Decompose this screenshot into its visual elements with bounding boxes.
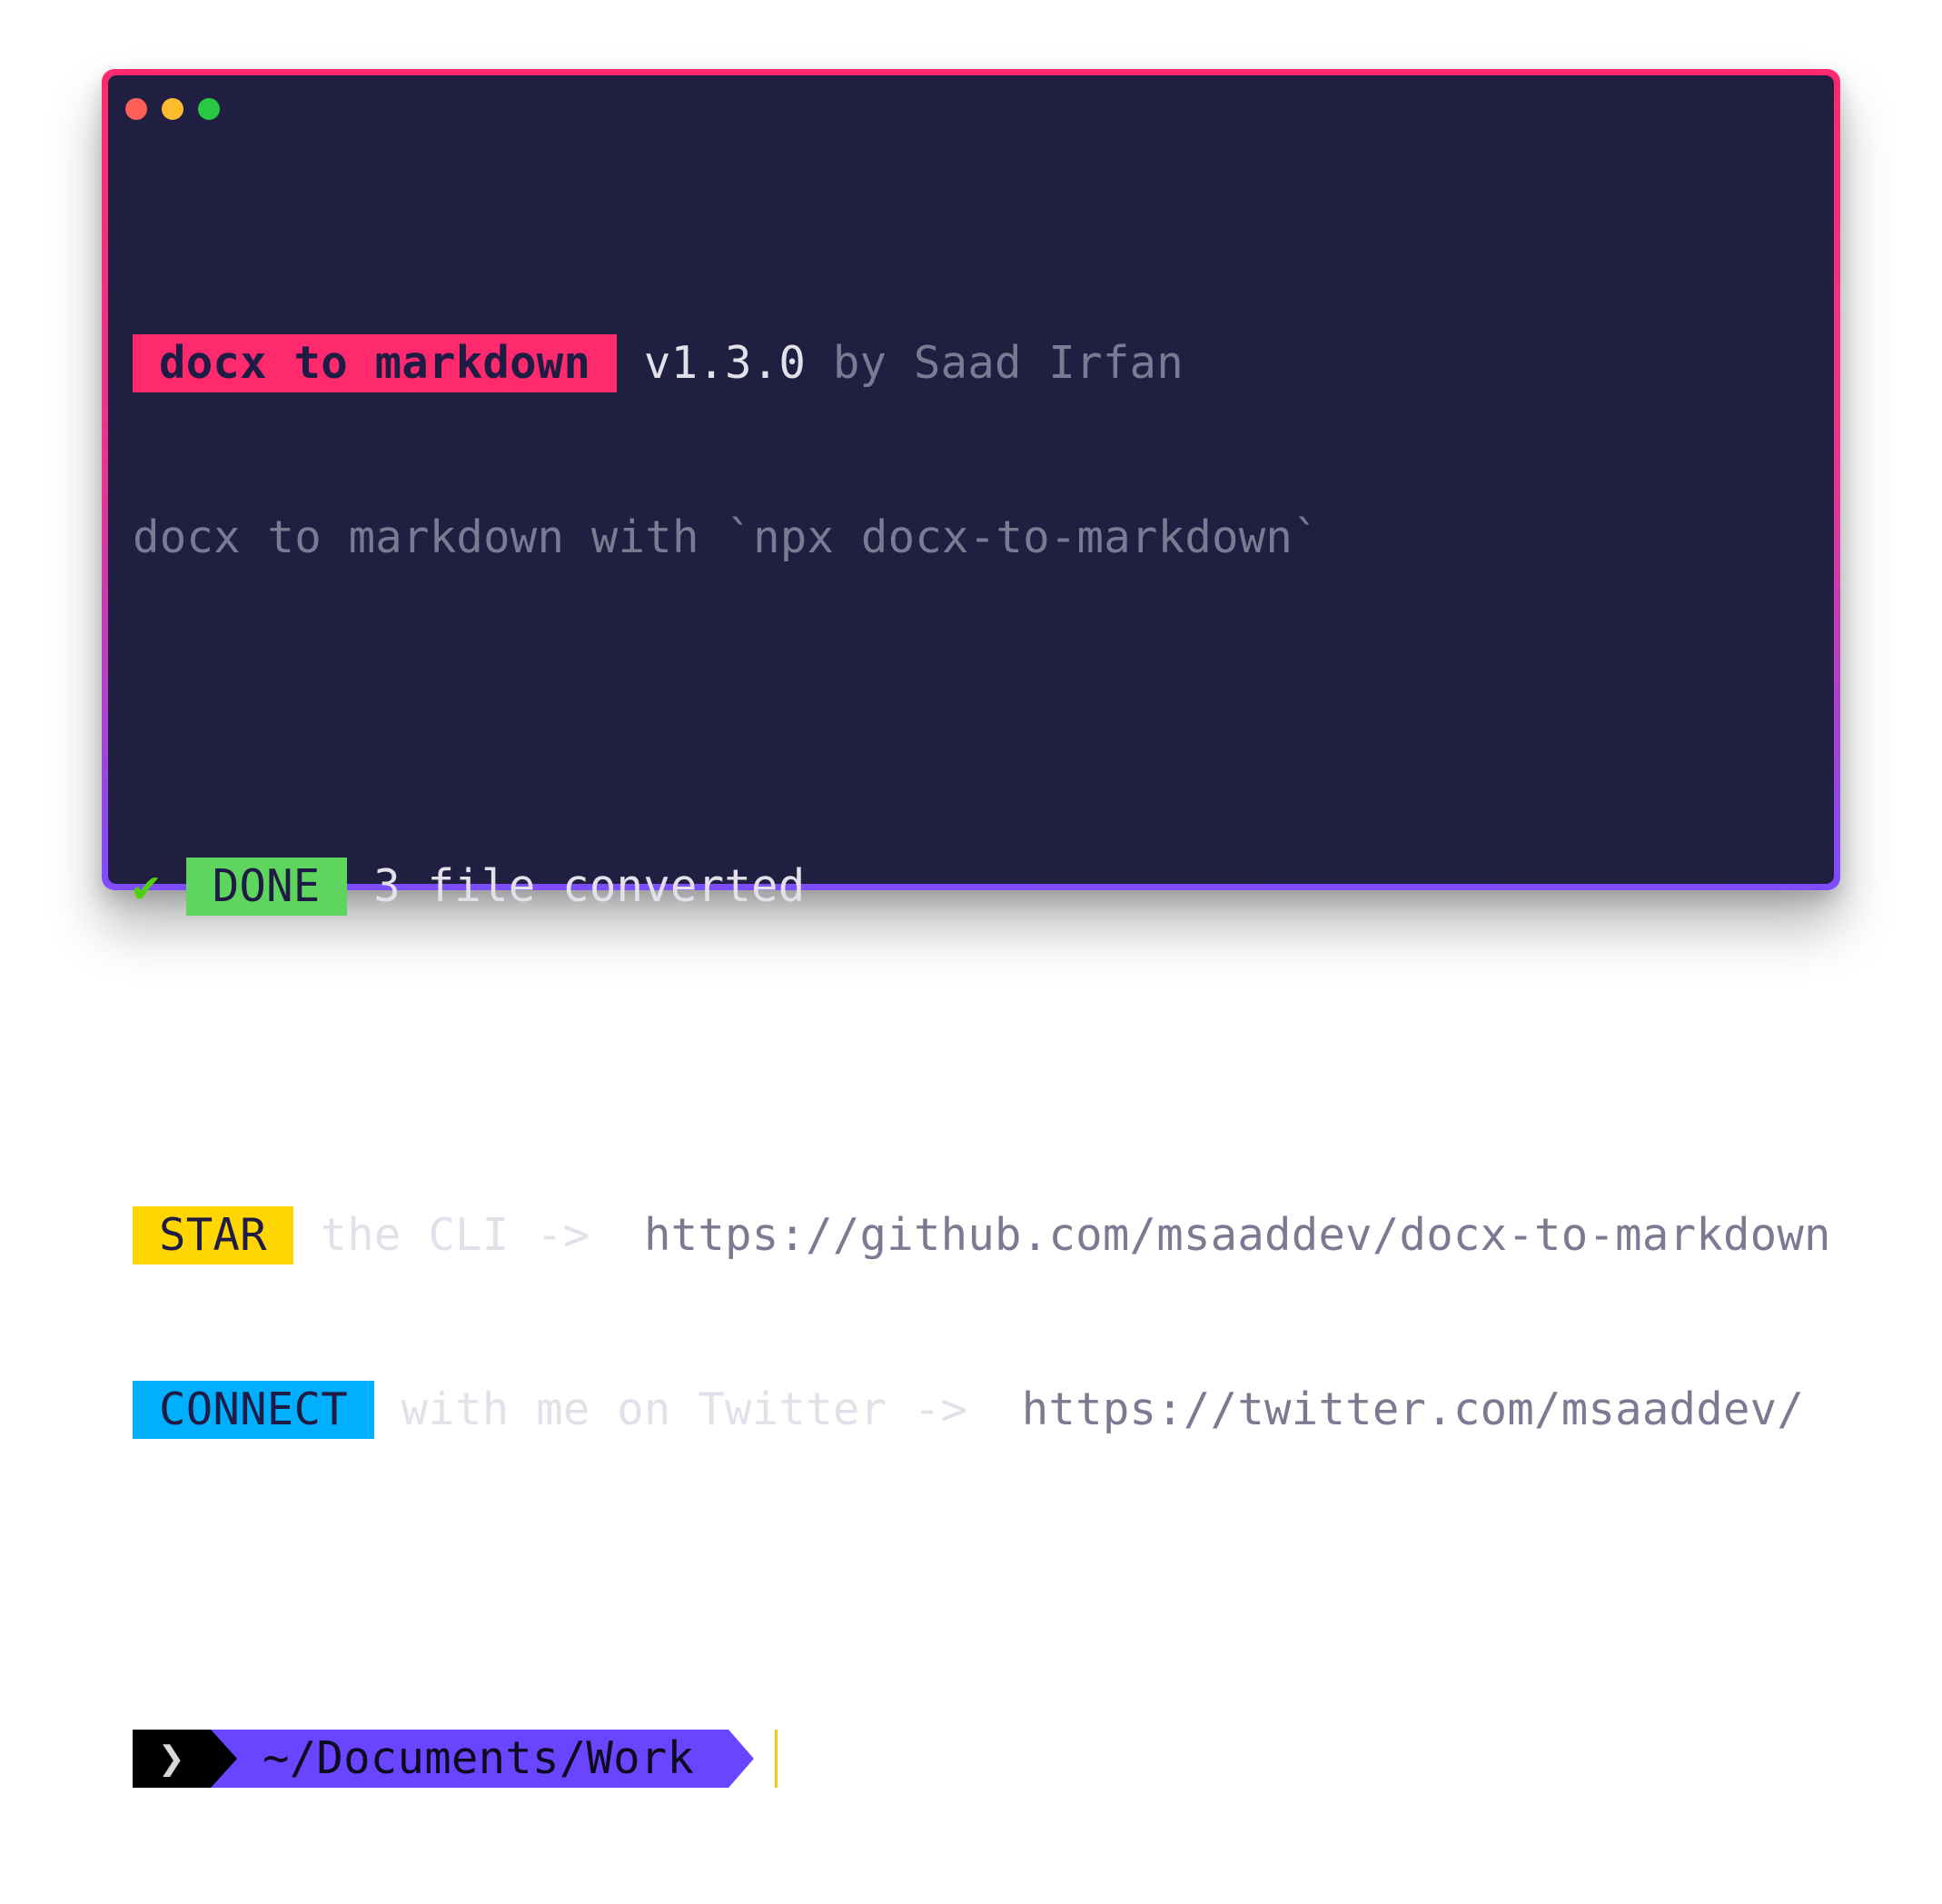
author-text: by Saad Irfan	[832, 337, 1184, 389]
minimize-window-button[interactable]	[162, 98, 183, 120]
status-message: 3 file converted	[373, 860, 806, 912]
terminal-body: docx to markdown v1.3.0 by Saad Irfan do…	[108, 75, 1834, 1788]
star-badge: STAR	[133, 1206, 293, 1264]
star-text: the CLI ->	[320, 1209, 590, 1261]
close-window-button[interactable]	[125, 98, 147, 120]
github-link[interactable]: https://github.com/msaaddev/docx-to-mark…	[644, 1206, 1831, 1264]
maximize-window-button[interactable]	[198, 98, 220, 120]
checkmark-icon: ✔	[133, 860, 160, 912]
done-badge: DONE	[185, 858, 347, 916]
terminal-window: docx to markdown v1.3.0 by Saad Irfan do…	[102, 69, 1840, 1788]
description-text: docx to markdown with `npx docx-to-markd…	[133, 511, 1320, 563]
header-line: docx to markdown v1.3.0 by Saad Irfan	[133, 334, 1831, 392]
description-line: docx to markdown with `npx docx-to-markd…	[133, 509, 1831, 567]
text-cursor[interactable]	[775, 1730, 778, 1788]
connect-badge: CONNECT	[133, 1381, 374, 1439]
connect-line: CONNECT with me on Twitter -> https://tw…	[133, 1381, 1831, 1439]
connect-text: with me on Twitter ->	[401, 1383, 968, 1435]
shell-prompt: ❯ ~/Documents/Work	[133, 1730, 1831, 1788]
version-text: v1.3.0	[643, 337, 807, 389]
app-name-badge: docx to markdown	[133, 334, 618, 392]
twitter-link[interactable]: https://twitter.com/msaaddev/	[1022, 1381, 1804, 1439]
current-directory: ~/Documents/Work	[211, 1730, 755, 1788]
status-line: ✔ DONE 3 file converted	[133, 858, 1831, 916]
terminal-output: docx to markdown v1.3.0 by Saad Irfan do…	[133, 218, 1831, 1904]
star-line: STAR the CLI -> https://github.com/msaad…	[133, 1206, 1831, 1264]
prompt-chevron-icon: ❯	[133, 1730, 237, 1788]
